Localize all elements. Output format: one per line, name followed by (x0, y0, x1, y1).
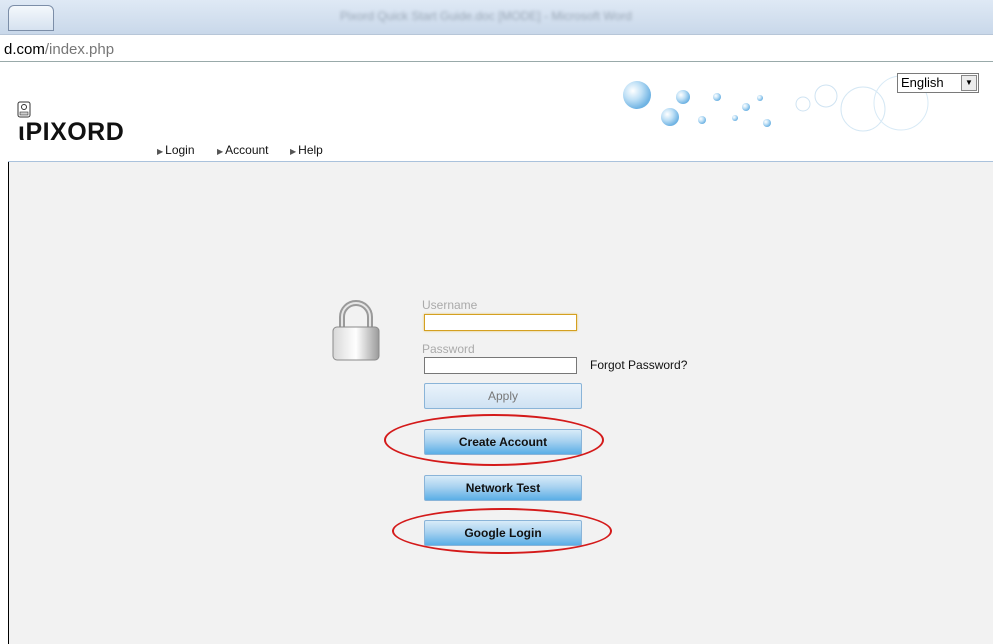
address-bar[interactable]: d.com/index.php (0, 35, 993, 62)
nav-account[interactable]: ▶ Account (217, 143, 269, 157)
url-text[interactable]: d.com/index.php (4, 41, 114, 58)
pixord-logo[interactable]: ιPIXORD (18, 118, 124, 147)
password-input[interactable] (424, 357, 577, 374)
language-value: English (901, 75, 944, 90)
forgot-password-link[interactable]: Forgot Password? (590, 358, 687, 372)
nav-help-label: Help (298, 143, 323, 157)
username-input[interactable] (424, 314, 577, 331)
lock-icon (332, 300, 380, 361)
window-title: Pixord Quick Start Guide.doc [MODE] - Mi… (340, 9, 632, 23)
nav-login-label: Login (165, 143, 195, 157)
username-label: Username (422, 298, 478, 312)
url-host: d.com (4, 41, 45, 58)
language-select[interactable]: English ▼ (897, 73, 979, 93)
url-path: /index.php (44, 41, 115, 58)
nav-help[interactable]: ▶ Help (290, 143, 323, 157)
browser-titlebar: Pixord Quick Start Guide.doc [MODE] - Mi… (0, 0, 993, 35)
nav-arrow-icon: ▶ (157, 147, 164, 156)
apply-button[interactable]: Apply (424, 383, 582, 409)
browser-tab[interactable] (8, 5, 54, 31)
chevron-down-icon[interactable]: ▼ (961, 75, 977, 91)
annotation-circle-create-account (384, 414, 604, 466)
password-label: Password (422, 342, 475, 356)
nav-login[interactable]: ▶ Login (157, 143, 195, 157)
annotation-circle-google-login (392, 508, 612, 554)
nav-arrow-icon: ▶ (217, 147, 224, 156)
network-test-button[interactable]: Network Test (424, 475, 582, 501)
nav-account-label: Account (225, 143, 269, 157)
nav-arrow-icon: ▶ (290, 147, 297, 156)
